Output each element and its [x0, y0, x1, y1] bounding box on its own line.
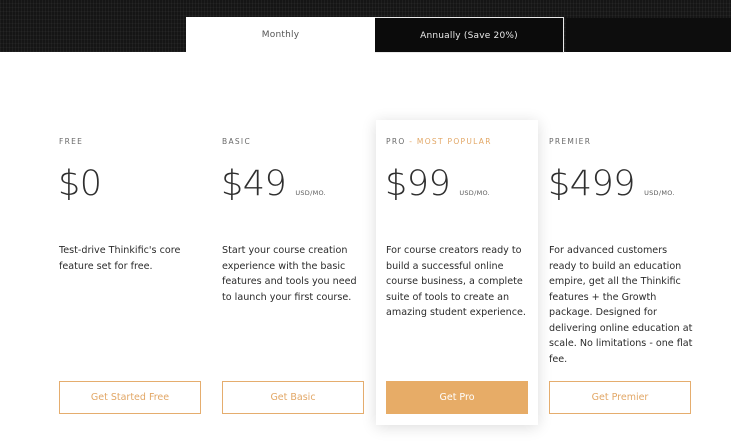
header-dark-strip — [566, 18, 731, 52]
price: $0 — [58, 164, 102, 204]
plan-card-premier: PREMIER $499 USD/MO. For advanced custom… — [548, 120, 719, 420]
plan-name: FREE — [59, 137, 84, 146]
price: $49 — [221, 164, 287, 204]
plan-description: Start your course creation experience wi… — [222, 245, 357, 303]
annual-option[interactable]: Annually (Save 20%) — [375, 17, 564, 53]
price-row: $49 USD/MO. — [221, 164, 326, 204]
price-row: $0 — [58, 164, 111, 204]
price-unit: USD/MO. — [459, 189, 491, 197]
plan-name: PREMIER — [549, 137, 592, 146]
get-premier-button[interactable]: Get Premier — [549, 381, 691, 414]
get-pro-button[interactable]: Get Pro — [386, 381, 528, 414]
price: $99 — [385, 164, 451, 204]
plan-card-basic: BASIC $49 USD/MO. Start your course crea… — [221, 120, 376, 420]
price: $499 — [548, 164, 636, 204]
plan-card-free: FREE $0 Test-drive Thinkific's core feat… — [58, 120, 213, 420]
price-unit: USD/MO. — [644, 189, 675, 197]
get-basic-button[interactable]: Get Basic — [222, 381, 364, 414]
plan-name: PRO - MOST POPULAR — [386, 137, 492, 146]
plan-name: BASIC — [222, 137, 251, 146]
get-started-free-button[interactable]: Get Started Free — [59, 381, 201, 414]
price-row: $499 USD/MO. — [548, 164, 675, 204]
billing-toggle: Monthly Annually (Save 20%) — [186, 17, 564, 53]
price-row: $99 USD/MO. — [385, 164, 490, 204]
monthly-option[interactable]: Monthly — [186, 17, 375, 53]
plan-description: For advanced customers ready to build an… — [549, 245, 693, 365]
price-unit: USD/MO. — [295, 189, 327, 197]
most-popular-tag: - MOST POPULAR — [405, 137, 492, 146]
plan-description: For course creators ready to build a suc… — [386, 245, 526, 318]
plan-card-pro: PRO - MOST POPULAR $99 USD/MO. For cours… — [376, 120, 538, 425]
plan-description: Test-drive Thinkific's core feature set … — [59, 245, 181, 272]
